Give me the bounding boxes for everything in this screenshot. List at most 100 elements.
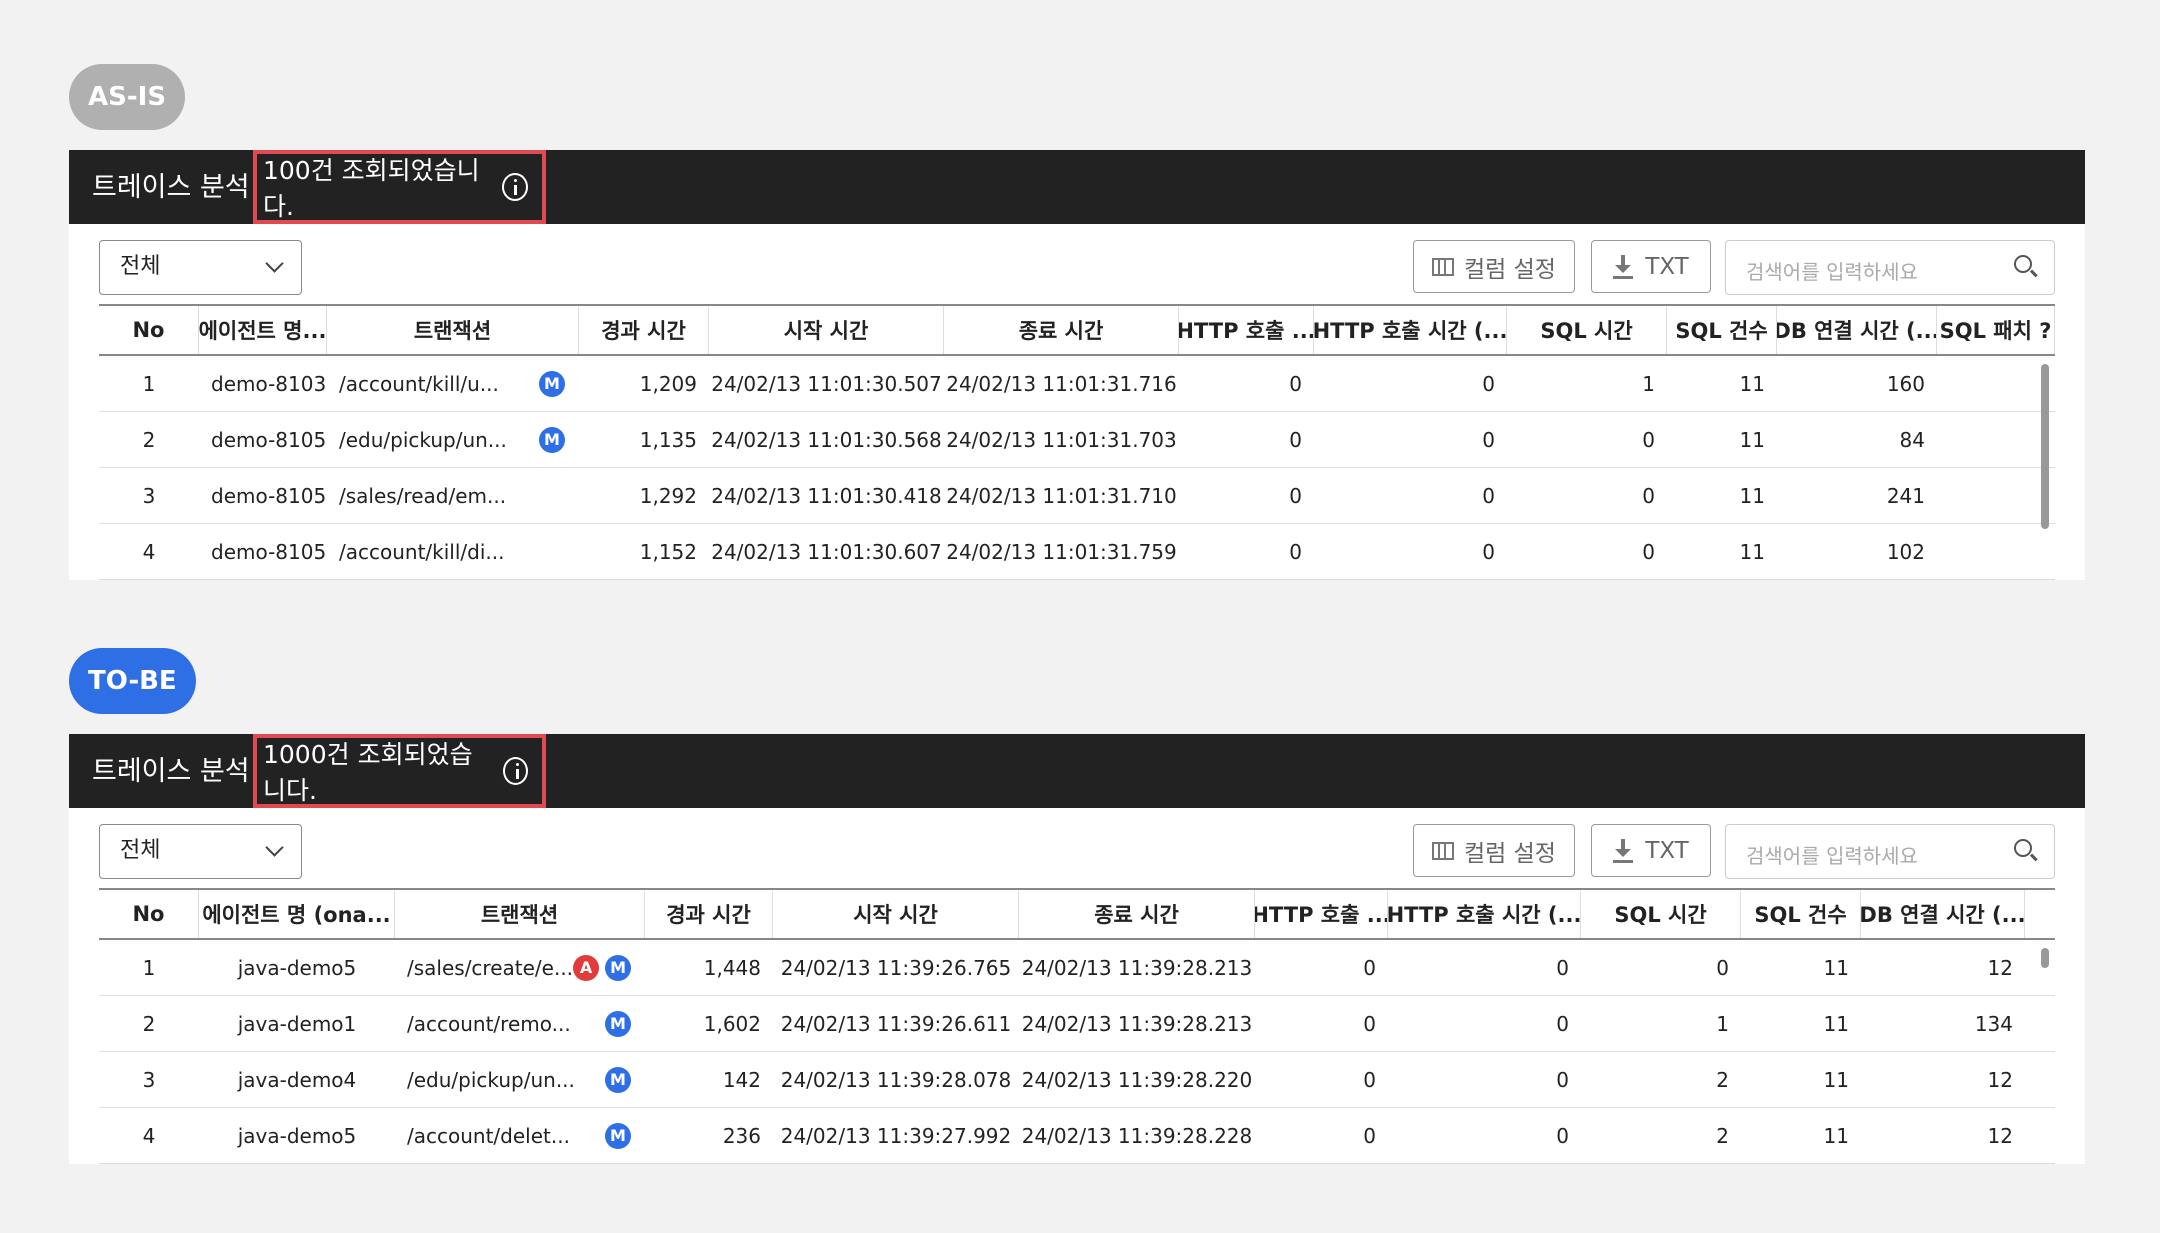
method-badge-icon[interactable]: M	[539, 371, 565, 397]
transaction-name[interactable]: /account/kill/di...	[339, 540, 504, 564]
column-header[interactable]: 트랜잭션	[327, 306, 579, 354]
elapsed-cell: 236	[722, 1123, 761, 1148]
sql-time-cell: 2	[1716, 1123, 1729, 1148]
txt-download-button[interactable]: TXT	[1591, 824, 1711, 877]
column-header[interactable]: 경과 시간	[579, 306, 709, 354]
chevron-down-icon	[265, 838, 284, 857]
transaction-name[interactable]: /account/kill/u...	[339, 372, 499, 396]
column-settings-button[interactable]: 컬럼 설정	[1413, 824, 1575, 877]
search-input[interactable]: 검색어를 입력하세요	[1725, 240, 2055, 295]
method-badge-icon[interactable]: M	[605, 1011, 631, 1037]
result-count-text: 1000건 조회되었습니다.	[263, 740, 473, 805]
column-header[interactable]: 에이전트 명...	[199, 306, 327, 354]
elapsed-cell: 142	[722, 1067, 761, 1092]
transaction-name[interactable]: /edu/pickup/un...	[407, 1068, 575, 1092]
method-badge-icon[interactable]: M	[539, 427, 565, 453]
alert-badge-icon[interactable]: A	[573, 955, 600, 981]
column-header[interactable]: SQL 건수	[1667, 306, 1777, 354]
column-header[interactable]: HTTP 호출 ...	[1255, 890, 1388, 938]
table-row[interactable]: 4 demo-8105/account/kill/di... 1,152 24/02/…	[99, 524, 2055, 580]
column-header[interactable]: No	[99, 890, 199, 938]
column-header[interactable]: No	[99, 306, 199, 354]
http-calls-cell: 0	[1289, 427, 1302, 452]
sql-fetch-cell	[1937, 468, 2055, 523]
column-header[interactable]: SQL 건수	[1741, 890, 1861, 938]
elapsed-cell: 1,209	[639, 371, 697, 396]
no-cell: 1	[142, 955, 156, 980]
transaction-cell: /account/kill/di...	[327, 524, 579, 579]
method-badge-icon[interactable]: M	[605, 1123, 631, 1149]
elapsed-cell: 1,152	[639, 539, 697, 564]
info-icon[interactable]	[501, 173, 528, 201]
transaction-cell: /sales/create/e... A M	[395, 940, 645, 995]
vertical-scrollbar[interactable]	[2041, 364, 2049, 529]
chevron-down-icon	[265, 254, 284, 273]
transaction-badges: M	[539, 426, 565, 453]
column-header[interactable]: 시작 시간	[773, 890, 1019, 938]
column-settings-label: 컬럼 설정	[1464, 840, 1556, 867]
table-row[interactable]: 2 demo-8105/edu/pickup/un... M 1,135 24/02/1…	[99, 412, 2055, 468]
table-row[interactable]: 4 java-demo5/account/delet... M 236 24/02/13…	[99, 1108, 2055, 1164]
agent-cell: demo-8105	[211, 427, 327, 452]
method-badge-icon[interactable]: M	[605, 955, 632, 981]
table-row[interactable]: 1 demo-8103/account/kill/u... M 1,209 24/02/…	[99, 356, 2055, 412]
search-icon[interactable]	[2014, 255, 2032, 273]
start-cell: 24/02/13 11:39:26.611	[780, 1011, 1012, 1036]
column-header[interactable]: 종료 시간	[944, 306, 1179, 354]
column-header[interactable]: 트랜잭션	[395, 890, 645, 938]
column-header[interactable]: 경과 시간	[645, 890, 773, 938]
http-time-cell: 0	[1556, 955, 1569, 980]
column-header[interactable]: HTTP 호출 ...	[1179, 306, 1314, 354]
transaction-badges: M	[605, 1010, 631, 1037]
http-time-cell: 0	[1482, 371, 1495, 396]
column-header[interactable]: HTTP 호출 시간 (...	[1388, 890, 1581, 938]
method-badge-icon[interactable]: M	[605, 1067, 631, 1093]
search-input[interactable]: 검색어를 입력하세요	[1725, 824, 2055, 879]
column-header[interactable]: 시작 시간	[709, 306, 944, 354]
txt-download-button[interactable]: TXT	[1591, 240, 1711, 293]
agent-cell: java-demo5	[237, 955, 357, 980]
column-header[interactable]: DB 연결 시간 (...	[1777, 306, 1937, 354]
search-placeholder: 검색어를 입력하세요	[1746, 844, 1918, 868]
column-settings-button[interactable]: 컬럼 설정	[1413, 240, 1575, 293]
filter-select[interactable]: 전체	[99, 240, 302, 295]
no-cell: 4	[142, 539, 156, 564]
table-row[interactable]: 2 java-demo1/account/remo... M 1,602 24/02/1…	[99, 996, 2055, 1052]
transaction-cell: /account/kill/u... M	[327, 356, 579, 411]
sql-count-cell: 11	[1823, 1011, 1849, 1036]
http-calls-cell: 0	[1289, 539, 1302, 564]
column-header[interactable]: DB 연결 시간 (...	[1861, 890, 2025, 938]
sql-fetch-cell	[1937, 356, 2055, 411]
info-icon[interactable]	[503, 757, 528, 785]
transaction-name[interactable]: /sales/create/e...	[407, 956, 573, 980]
search-icon[interactable]	[2014, 839, 2032, 857]
column-header[interactable]: 종료 시간	[1019, 890, 1255, 938]
no-cell: 1	[142, 371, 156, 396]
no-cell: 4	[142, 1123, 156, 1148]
sql-count-cell: 11	[1823, 1067, 1849, 1092]
http-calls-cell: 0	[1363, 1123, 1376, 1148]
toolbar: 전체 컬럼 설정 TXT 검색어를 입력하세요	[69, 224, 2085, 304]
http-calls-cell: 0	[1363, 955, 1376, 980]
column-header[interactable]: HTTP 호출 시간 (...	[1314, 306, 1507, 354]
column-header[interactable]: SQL 시간	[1507, 306, 1667, 354]
table-row[interactable]: 3 demo-8105/sales/read/em... 1,292 24/02/13…	[99, 468, 2055, 524]
elapsed-cell: 1,292	[639, 483, 697, 508]
download-icon	[1613, 254, 1634, 279]
transaction-name[interactable]: /account/remo...	[407, 1012, 571, 1036]
column-header[interactable]: SQL 시간	[1581, 890, 1741, 938]
vertical-scrollbar[interactable]	[2041, 948, 2049, 968]
transaction-name[interactable]: /edu/pickup/un...	[339, 428, 507, 452]
sql-time-cell: 2	[1716, 1067, 1729, 1092]
table-row[interactable]: 1 java-demo5/sales/create/e... A M 1,448 24/0…	[99, 940, 2055, 996]
table-row[interactable]: 3 java-demo4/edu/pickup/un... M 142 24/02/13…	[99, 1052, 2055, 1108]
filter-select[interactable]: 전체	[99, 824, 302, 879]
no-cell: 3	[142, 483, 156, 508]
column-header[interactable]: 에이전트 명 (ona...	[199, 890, 395, 938]
transaction-name[interactable]: /sales/read/em...	[339, 484, 506, 508]
http-calls-cell: 0	[1289, 483, 1302, 508]
columns-icon	[1432, 257, 1455, 276]
transaction-cell: /edu/pickup/un... M	[327, 412, 579, 467]
transaction-name[interactable]: /account/delet...	[407, 1124, 570, 1148]
column-header[interactable]: SQL 패치 ?	[1937, 306, 2055, 354]
